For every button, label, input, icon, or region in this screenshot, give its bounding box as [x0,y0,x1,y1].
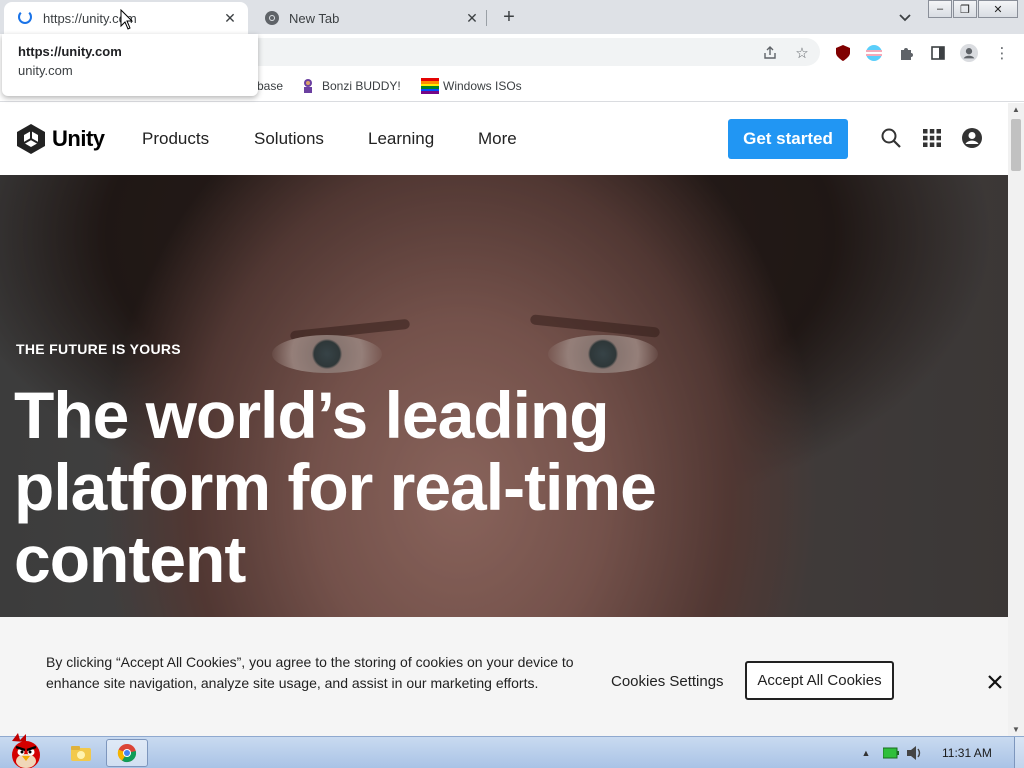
taskbar-chrome-button[interactable] [106,739,148,767]
mouse-cursor-icon [120,9,134,30]
web-page: Unity Products Solutions Learning More G… [0,103,1008,736]
start-button-angry-bird-icon[interactable] [4,731,48,768]
tab-title: New Tab [289,10,340,26]
bookmark-bonzi-buddy[interactable]: Bonzi BUDDY! [300,76,401,96]
side-panel-icon[interactable] [929,44,947,62]
site-header: Unity Products Solutions Learning More G… [0,103,1008,175]
extensions-puzzle-icon[interactable] [897,44,915,62]
bookmark-base[interactable]: base [257,76,283,96]
page-scrollbar[interactable]: ▲ ▼ [1008,103,1024,736]
get-started-button[interactable]: Get started [728,119,848,159]
unity-wordmark: Unity [52,126,105,151]
taskbar-clock[interactable]: 11:31 AM [942,746,992,760]
profile-avatar-icon[interactable] [960,44,978,62]
cookie-banner: By clicking “Accept All Cookies”, you ag… [0,617,1008,736]
unity-logo[interactable]: Unity [16,123,105,155]
cookies-settings-button[interactable]: Cookies Settings [611,673,724,690]
nav-more[interactable]: More [478,129,517,149]
tab-close-icon[interactable]: ✕ [462,8,482,28]
volume-icon[interactable] [904,739,924,767]
minimize-button[interactable]: ‒ [928,0,952,18]
windows-taskbar: ▲ 11:31 AM [0,733,1024,768]
apps-grid-icon[interactable] [921,127,943,149]
account-icon[interactable] [961,127,983,149]
nav-products[interactable]: Products [142,129,209,149]
bookmark-label: Bonzi BUDDY! [322,79,401,93]
share-icon[interactable] [761,44,779,62]
tab-search-chevron-icon[interactable] [896,8,914,26]
tab-close-icon[interactable]: ✕ [220,8,240,28]
show-desktop-button[interactable] [1014,737,1024,768]
scroll-thumb[interactable] [1011,119,1021,171]
search-icon[interactable] [880,127,902,149]
bookmark-label: Windows ISOs [443,79,522,93]
tab-hovercard: https://unity.com unity.com [2,34,258,96]
extension-ublock-icon[interactable] [834,44,852,62]
tray-expand-icon[interactable]: ▲ [858,739,874,767]
chrome-icon [117,744,137,763]
close-window-button[interactable]: ✕ [978,0,1018,18]
nav-learning[interactable]: Learning [368,129,434,149]
accept-all-cookies-button[interactable]: Accept All Cookies [745,661,894,700]
extension-flag-icon[interactable] [865,44,883,62]
hovercard-url: https://unity.com [18,44,122,59]
scroll-up-icon[interactable]: ▲ [1012,105,1020,114]
hero-headline: The world’s leading platform for real-ti… [14,378,657,596]
nav-solutions[interactable]: Solutions [254,129,324,149]
rainbow-flag-icon [421,78,439,94]
loading-spinner-icon [18,10,34,26]
hovercard-domain: unity.com [18,63,73,78]
explorer-folder-icon[interactable] [68,739,94,767]
new-tab-button[interactable]: + [498,6,520,28]
close-banner-icon[interactable] [986,673,1004,691]
battery-icon[interactable] [882,739,900,767]
bookmark-label: base [257,79,284,93]
tab-new-tab[interactable]: New Tab ✕ [250,2,490,34]
tab-strip: https://unity.com ✕ New Tab ✕ + ‒ ❐ ✕ [0,0,1024,34]
scroll-down-icon[interactable]: ▼ [1012,725,1020,734]
bookmark-windows-isos[interactable]: Windows ISOs [421,76,522,96]
hero-eyebrow: THE FUTURE IS YOURS [16,341,181,357]
chrome-favicon-icon [264,10,280,26]
bonzi-icon [300,78,316,94]
kebab-menu-icon[interactable]: ⋮ [993,44,1011,62]
cookie-text: By clicking “Accept All Cookies”, you ag… [46,654,574,691]
restore-button[interactable]: ❐ [953,0,977,18]
unity-cube-icon [17,124,45,154]
bookmark-star-icon[interactable]: ☆ [793,44,811,62]
